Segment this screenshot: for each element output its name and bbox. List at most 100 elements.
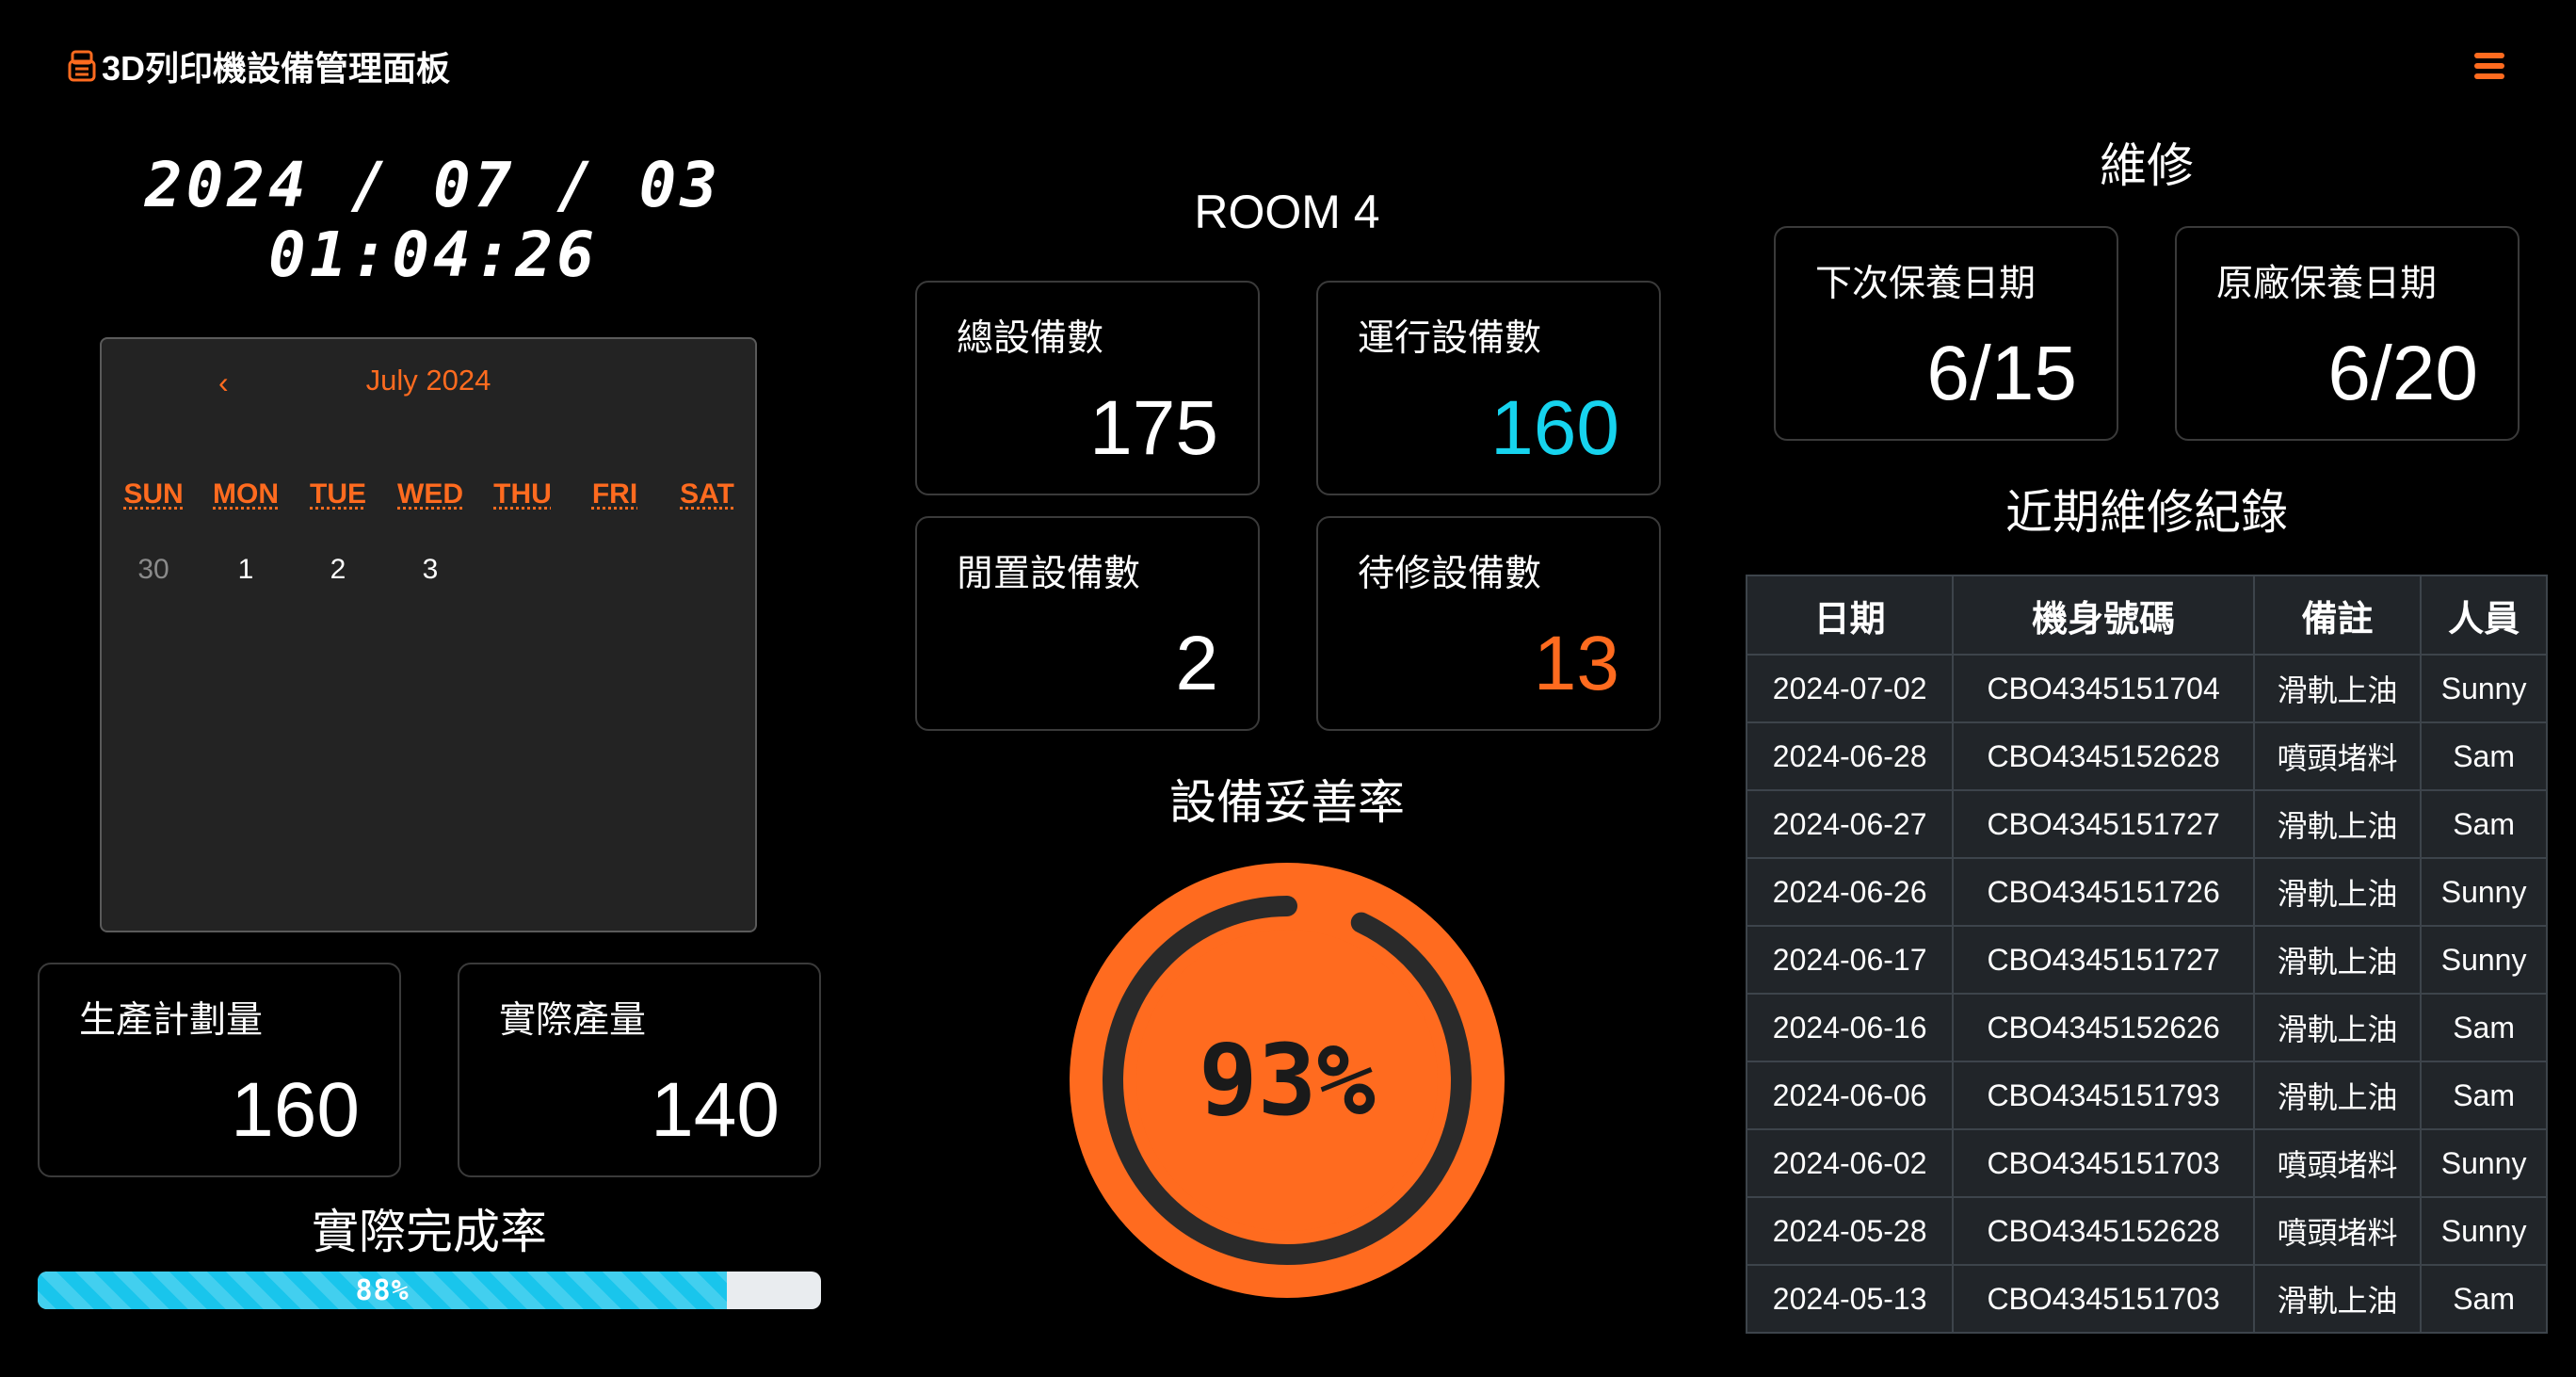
maintenance-records-table: 日期 機身號碼 備註 人員 2024-07-02 CBO4345151704 滑軌上… xyxy=(1745,575,2548,1334)
calendar-day[interactable]: 3 xyxy=(384,554,476,586)
weekday-mon: MON xyxy=(213,478,279,510)
table-row: 2024-05-13 CBO4345151703 滑軌上油 Sam xyxy=(1745,1264,2548,1334)
record-serial: CBO4345152628 xyxy=(1952,1196,2255,1266)
current-date: 2024 / 07 / 03 xyxy=(144,149,722,221)
repair-devices-value: 13 xyxy=(1533,621,1619,706)
planned-output-card: 生產計劃量 160 xyxy=(38,963,401,1177)
record-date: 2024-07-02 xyxy=(1745,654,1955,723)
planned-output-label: 生產計劃量 xyxy=(79,1000,264,1041)
record-date: 2024-05-13 xyxy=(1745,1264,1955,1334)
datetime-display: 2024 / 07 / 03 01:04:26 xyxy=(75,151,791,290)
availability-value: 93% xyxy=(1199,1023,1376,1138)
running-devices-label: 運行設備數 xyxy=(1358,318,1542,359)
record-note: 噴頭堵料 xyxy=(2252,721,2423,791)
availability-title: 設備妥善率 xyxy=(1169,776,1405,829)
record-staff: Sam xyxy=(2420,1264,2548,1334)
record-date: 2024-06-27 xyxy=(1745,789,1955,859)
record-staff: Sam xyxy=(2420,1061,2548,1130)
table-row: 2024-06-26 CBO4345151726 滑軌上油 Sunny xyxy=(1745,857,2548,927)
hamburger-menu-icon[interactable] xyxy=(2474,53,2504,85)
printer-icon xyxy=(68,50,96,82)
repair-devices-label: 待修設備數 xyxy=(1358,554,1542,594)
record-serial: CBO4345151727 xyxy=(1952,925,2255,995)
planned-output-value: 160 xyxy=(231,1067,360,1153)
next-maintenance-value: 6/15 xyxy=(1926,331,2077,416)
repair-devices-card: 待修設備數 13 xyxy=(1316,516,1661,731)
calendar-weekday-header: SUN MON TUE WED THU FRI SAT xyxy=(107,478,753,510)
record-staff: Sam xyxy=(2420,993,2548,1062)
record-serial: CBO4345151793 xyxy=(1952,1061,2255,1130)
record-staff: Sunny xyxy=(2420,654,2548,723)
column-header-serial: 機身號碼 xyxy=(1952,575,2255,656)
app-title: 3D列印機設備管理面板 xyxy=(102,49,451,88)
calendar-widget: ‹ July 2024 SUN MON TUE WED THU FRI SAT … xyxy=(100,337,757,932)
table-row: 2024-06-06 CBO4345151793 滑軌上油 Sam xyxy=(1745,1061,2548,1130)
idle-devices-card: 閒置設備數 2 xyxy=(915,516,1260,731)
record-date: 2024-06-17 xyxy=(1745,925,1955,995)
calendar-day[interactable]: 30 xyxy=(107,554,200,586)
completion-progress-text: 88% xyxy=(355,1274,410,1307)
actual-output-card: 實際產量 140 xyxy=(458,963,821,1177)
record-date: 2024-06-26 xyxy=(1745,857,1955,927)
total-devices-value: 175 xyxy=(1089,385,1218,471)
table-row: 2024-07-02 CBO4345151704 滑軌上油 Sunny xyxy=(1745,654,2548,723)
total-devices-label: 總設備數 xyxy=(957,318,1104,359)
table-row: 2024-06-28 CBO4345152628 噴頭堵料 Sam xyxy=(1745,721,2548,791)
record-staff: Sam xyxy=(2420,789,2548,859)
record-note: 滑軌上油 xyxy=(2252,925,2423,995)
table-row: 2024-05-28 CBO4345152628 噴頭堵料 Sunny xyxy=(1745,1196,2548,1266)
record-staff: Sunny xyxy=(2420,925,2548,995)
vendor-maintenance-card: 原廠保養日期 6/20 xyxy=(2175,226,2520,441)
record-date: 2024-06-28 xyxy=(1745,721,1955,791)
actual-output-label: 實際產量 xyxy=(499,1000,647,1041)
record-serial: CBO4345152626 xyxy=(1952,993,2255,1062)
weekday-wed: WED xyxy=(397,478,463,510)
completion-rate-title: 實際完成率 xyxy=(312,1206,547,1258)
running-devices-card: 運行設備數 160 xyxy=(1316,281,1661,495)
record-note: 滑軌上油 xyxy=(2252,1061,2423,1130)
record-serial: CBO4345152628 xyxy=(1952,721,2255,791)
weekday-fri: FRI xyxy=(591,478,638,510)
record-note: 滑軌上油 xyxy=(2252,857,2423,927)
weekday-sat: SAT xyxy=(680,478,734,510)
record-date: 2024-06-16 xyxy=(1745,993,1955,1062)
record-staff: Sunny xyxy=(2420,857,2548,927)
record-note: 噴頭堵料 xyxy=(2252,1128,2423,1198)
vendor-maintenance-value: 6/20 xyxy=(2327,331,2478,416)
record-staff: Sam xyxy=(2420,721,2548,791)
next-maintenance-card: 下次保養日期 6/15 xyxy=(1774,226,2118,441)
total-devices-card: 總設備數 175 xyxy=(915,281,1260,495)
column-header-date: 日期 xyxy=(1745,575,1955,656)
maintenance-records-title: 近期維修紀錄 xyxy=(2005,486,2288,539)
room-title: ROOM 4 xyxy=(1194,186,1380,238)
running-devices-value: 160 xyxy=(1490,385,1619,471)
calendar-day[interactable]: 1 xyxy=(200,554,292,586)
app-brand: 3D列印機設備管理面板 xyxy=(68,41,450,90)
calendar-week-row: 30 1 2 3 xyxy=(107,554,753,586)
record-serial: CBO4345151703 xyxy=(1952,1264,2255,1334)
record-note: 滑軌上油 xyxy=(2252,789,2423,859)
next-maintenance-label: 下次保養日期 xyxy=(1815,264,2037,304)
calendar-month-title[interactable]: July 2024 xyxy=(102,364,755,397)
weekday-tue: TUE xyxy=(310,478,366,510)
table-row: 2024-06-16 CBO4345152626 滑軌上油 Sam xyxy=(1745,993,2548,1062)
calendar-day[interactable]: 2 xyxy=(292,554,384,586)
idle-devices-label: 閒置設備數 xyxy=(957,554,1141,594)
table-row: 2024-06-27 CBO4345151727 滑軌上油 Sam xyxy=(1745,789,2548,859)
record-date: 2024-06-06 xyxy=(1745,1061,1955,1130)
weekday-sun: SUN xyxy=(123,478,184,510)
actual-output-value: 140 xyxy=(651,1067,780,1153)
vendor-maintenance-label: 原廠保養日期 xyxy=(2216,264,2438,304)
record-note: 噴頭堵料 xyxy=(2252,1196,2423,1266)
record-note: 滑軌上油 xyxy=(2252,993,2423,1062)
weekday-thu: THU xyxy=(493,478,552,510)
table-row: 2024-06-17 CBO4345151727 滑軌上油 Sunny xyxy=(1745,925,2548,995)
current-time: 01:04:26 xyxy=(268,219,598,291)
record-serial: CBO4345151726 xyxy=(1952,857,2255,927)
record-date: 2024-06-02 xyxy=(1745,1128,1955,1198)
record-serial: CBO4345151727 xyxy=(1952,789,2255,859)
record-serial: CBO4345151704 xyxy=(1952,654,2255,723)
record-staff: Sunny xyxy=(2420,1128,2548,1198)
column-header-staff: 人員 xyxy=(2420,575,2548,656)
record-serial: CBO4345151703 xyxy=(1952,1128,2255,1198)
